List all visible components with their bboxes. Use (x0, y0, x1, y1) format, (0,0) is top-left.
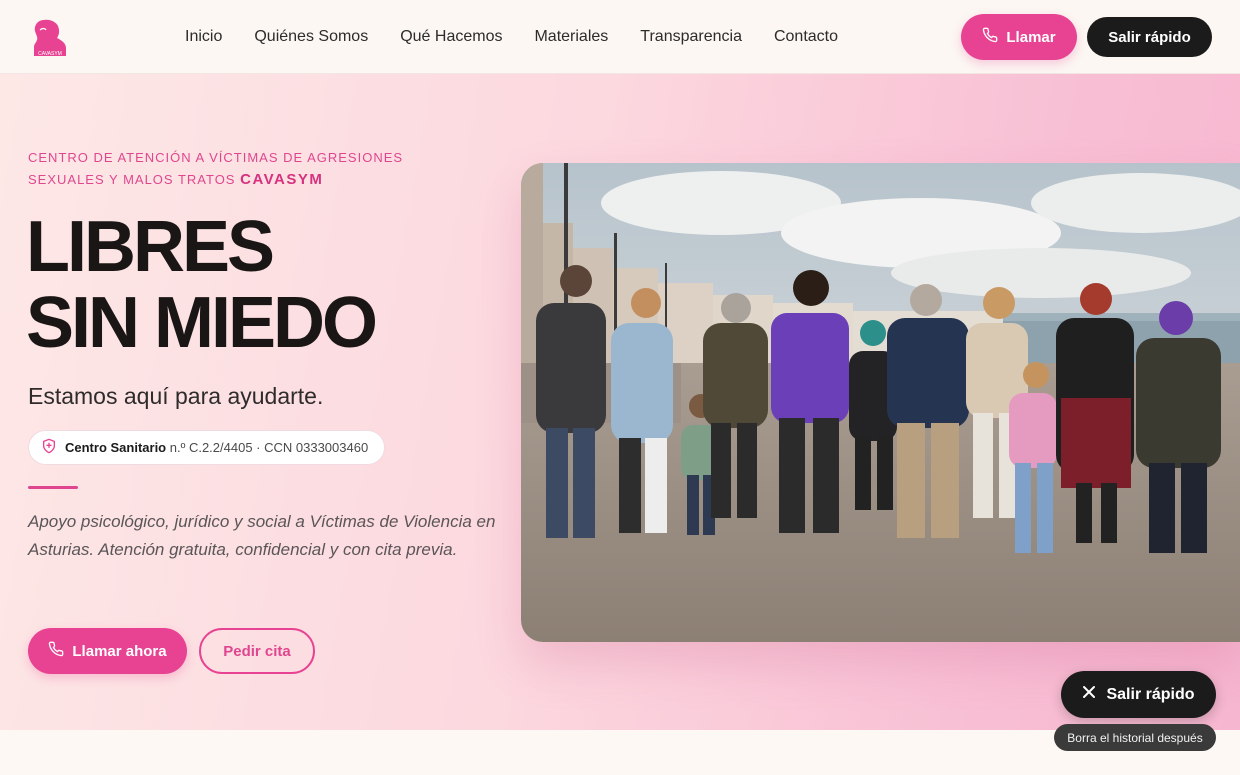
nav-materiales[interactable]: Materiales (534, 28, 608, 46)
nav-inicio[interactable]: Inicio (185, 28, 222, 46)
shield-plus-icon (41, 438, 57, 457)
badge-details: n.º C.2.2/4405 · CCN 0333003460 (169, 440, 369, 455)
call-button-label: Llamar (1006, 28, 1056, 46)
hero-eyebrow: Centro de atención a víctimas de agresio… (28, 147, 408, 191)
quick-exit-button[interactable]: Salir rápido (1087, 17, 1212, 57)
hero-description: Apoyo psicológico, jurídico y social a V… (28, 512, 496, 559)
close-icon (1082, 685, 1096, 704)
main-nav: Inicio Quiénes Somos Qué Hacemos Materia… (185, 28, 870, 46)
phone-icon (48, 641, 64, 661)
floating-exit-label: Salir rápido (1106, 685, 1195, 703)
phone-icon (982, 27, 998, 47)
call-button[interactable]: Llamar (961, 14, 1077, 60)
nav-quienes-somos[interactable]: Quiénes Somos (254, 28, 368, 46)
hero-title-line1: LIBRES (26, 207, 275, 287)
hero-photo (521, 163, 1240, 642)
logo-text: CAVASYM (38, 51, 62, 57)
hero-section: Centro de atención a víctimas de agresio… (0, 74, 1240, 730)
badge-strong: Centro Sanitario (65, 440, 167, 455)
logo[interactable]: CAVASYM (30, 16, 70, 58)
call-now-button[interactable]: Llamar ahora (28, 628, 187, 674)
nav-contacto[interactable]: Contacto (774, 28, 838, 46)
hero-title-line2: SIN MIEDO (26, 283, 378, 363)
nav-que-hacemos[interactable]: Qué Hacemos (400, 28, 502, 46)
clear-history-hint: Borra el historial después (1054, 724, 1216, 751)
nav-transparencia[interactable]: Transparencia (640, 28, 742, 46)
accent-divider (28, 486, 78, 489)
hero-subtitle: Estamos aquí para ayudarte. (28, 383, 324, 409)
book-appointment-button[interactable]: Pedir cita (199, 628, 315, 674)
floating-quick-exit-button[interactable]: Salir rápido (1061, 671, 1216, 718)
eyebrow-text: Centro de atención a víctimas de agresio… (28, 150, 404, 187)
hero-title: LIBRES SIN MIEDO (26, 207, 378, 363)
eyebrow-brand: CAVASYM (240, 171, 324, 188)
call-now-label: Llamar ahora (72, 642, 167, 660)
site-header: CAVASYM Inicio Quiénes Somos Qué Hacemos… (0, 0, 1240, 74)
health-center-badge: Centro Sanitario n.º C.2.2/4405 · CCN 03… (28, 430, 386, 465)
